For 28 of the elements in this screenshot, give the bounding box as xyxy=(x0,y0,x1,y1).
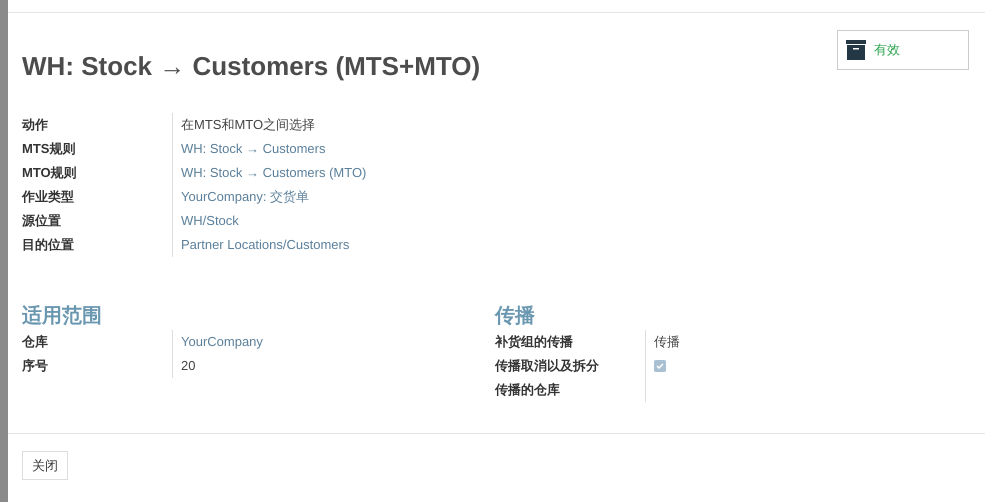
field-label: 目的位置 xyxy=(22,236,74,254)
field-link[interactable]: Partner Locations/Customers xyxy=(181,235,350,255)
field-label: 仓库 xyxy=(22,333,48,352)
field-label: 传播取消以及拆分 xyxy=(495,357,599,376)
field-value: 在MTS和MTO之间选择 xyxy=(181,116,316,134)
field-link[interactable]: WH: Stock → Customers (MTO) xyxy=(181,163,366,183)
archive-icon xyxy=(846,40,866,60)
field-label: 动作 xyxy=(22,116,48,134)
field-label: MTO规则 xyxy=(22,164,77,182)
field-link[interactable]: YourCompany xyxy=(181,332,263,352)
check-icon xyxy=(655,361,665,371)
field-value: 20 xyxy=(181,357,196,376)
close-button[interactable]: 关闭 xyxy=(22,451,68,480)
field-label: MTS规则 xyxy=(22,140,76,158)
field-label: 传播的仓库 xyxy=(495,381,560,400)
field-link[interactable]: YourCompany: 交货单 xyxy=(181,187,310,207)
status-button[interactable]: 有效 xyxy=(837,30,969,70)
field-label: 补货组的传播 xyxy=(495,333,573,352)
record-title: WH: Stock → Customers (MTS+MTO) xyxy=(22,50,480,83)
field-link[interactable]: WH/Stock xyxy=(181,211,239,231)
field-label: 序号 xyxy=(22,357,48,376)
field-label: 作业类型 xyxy=(22,188,74,206)
field-label: 源位置 xyxy=(22,212,61,230)
checkbox[interactable] xyxy=(654,360,666,372)
section-heading: 传播 xyxy=(495,304,536,329)
section-heading: 适用范围 xyxy=(22,304,103,329)
field-value: 传播 xyxy=(654,333,680,352)
field-link[interactable]: WH: Stock → Customers xyxy=(181,139,326,159)
